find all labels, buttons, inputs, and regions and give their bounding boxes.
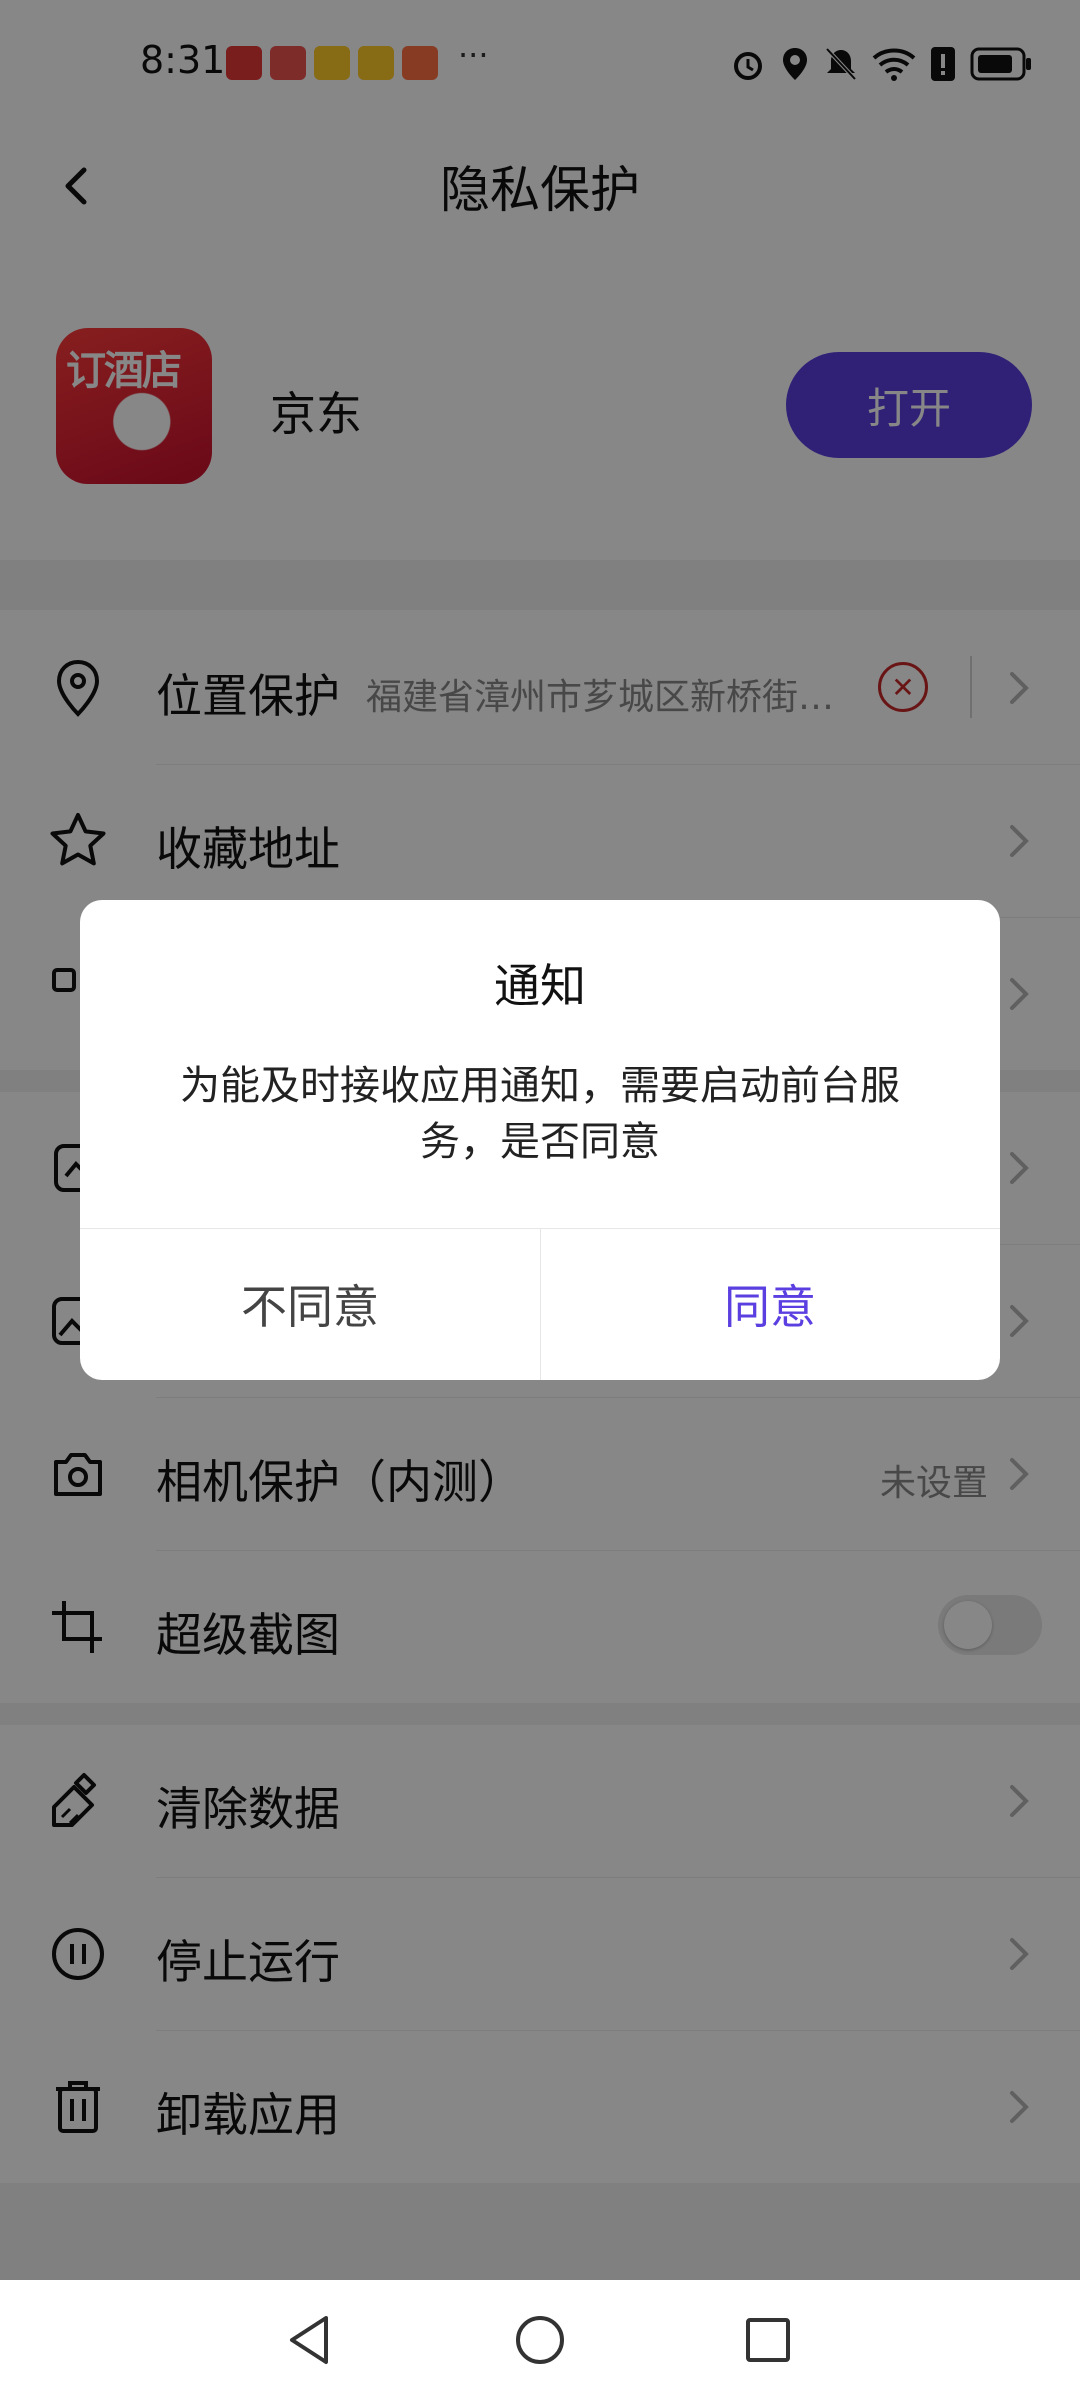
privacy-protection-screen: 8:31 ··· 隐私保护 订酒店 京东 打开 位置保护 福建省漳州市芗城区新桥… [0, 0, 1080, 2280]
back-nav-icon[interactable] [280, 2310, 340, 2370]
agree-button[interactable]: 同意 [540, 1228, 1000, 1380]
navigation-bar [0, 2280, 1080, 2400]
dialog-message: 为能及时接收应用通知，需要启动前台服务，是否同意 [180, 1063, 900, 1165]
home-nav-icon[interactable] [510, 2310, 570, 2370]
dialog-title: 通知 [494, 959, 586, 1013]
recents-nav-icon[interactable] [738, 2310, 798, 2370]
notification-dialog: 通知 为能及时接收应用通知，需要启动前台服务，是否同意 不同意 同意 [80, 900, 1000, 1380]
disagree-button[interactable]: 不同意 [80, 1228, 540, 1380]
